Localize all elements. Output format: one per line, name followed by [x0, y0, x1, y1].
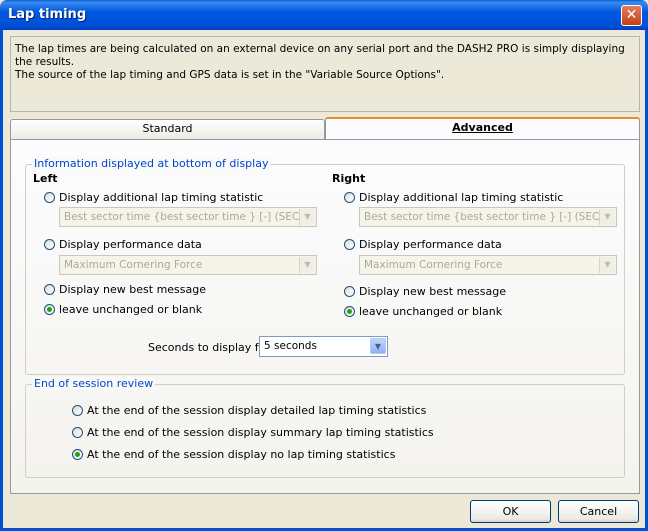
right-stat-combo[interactable]: Best sector time {best sector time } [-]… — [359, 207, 617, 227]
chevron-down-icon: ▼ — [299, 209, 315, 225]
info-line-1: The lap times are being calculated on an… — [15, 43, 625, 68]
left-radio-stat-label: Display additional lap timing statistic — [59, 190, 264, 204]
chevron-down-icon: ▼ — [599, 209, 615, 225]
radio-icon — [344, 305, 355, 317]
session-radio-none[interactable]: At the end of the session display no lap… — [72, 446, 395, 462]
seconds-select[interactable]: 5 seconds ▼ — [259, 336, 388, 357]
radio-icon — [344, 238, 355, 250]
left-stat-combo-value: Best sector time {best sector time } [-]… — [64, 211, 314, 223]
left-radio-leave[interactable]: leave unchanged or blank — [44, 301, 202, 317]
session-radio-summary-label: At the end of the session display summar… — [87, 425, 434, 439]
left-radio-perf[interactable]: Display performance data — [44, 236, 202, 252]
left-radio-leave-label: leave unchanged or blank — [59, 302, 203, 316]
close-icon: ✕ — [625, 7, 638, 23]
left-perf-combo-value: Maximum Cornering Force — [64, 259, 203, 271]
right-perf-combo[interactable]: Maximum Cornering Force ▼ — [359, 255, 617, 275]
radio-icon — [44, 191, 55, 203]
radio-icon — [44, 283, 55, 295]
right-radio-perf-label: Display performance data — [359, 237, 502, 251]
tab-standard-label: Standard — [142, 122, 193, 135]
left-radio-perf-label: Display performance data — [59, 237, 202, 251]
left-radio-best-label: Display new best message — [59, 282, 207, 296]
right-radio-best-label: Display new best message — [359, 284, 507, 298]
right-radio-best[interactable]: Display new best message — [344, 283, 506, 299]
right-heading: Right — [332, 172, 366, 185]
left-heading: Left — [33, 172, 58, 185]
info-line-2: The source of the lap timing and GPS dat… — [15, 69, 445, 81]
radio-icon — [44, 303, 55, 315]
info-box: The lap times are being calculated on an… — [10, 36, 640, 112]
left-radio-stat[interactable]: Display additional lap timing statistic — [44, 189, 263, 205]
seconds-select-value: 5 seconds — [264, 340, 317, 352]
cancel-button[interactable]: Cancel — [558, 500, 639, 523]
left-stat-combo[interactable]: Best sector time {best sector time } [-]… — [59, 207, 317, 227]
tab-advanced[interactable]: Advanced — [325, 117, 640, 139]
session-group-label: End of session review — [32, 377, 156, 390]
right-perf-combo-value: Maximum Cornering Force — [364, 259, 503, 271]
right-radio-stat[interactable]: Display additional lap timing statistic — [344, 189, 563, 205]
session-radio-summary[interactable]: At the end of the session display summar… — [72, 424, 434, 440]
tab-advanced-label: Advanced — [452, 121, 513, 134]
radio-icon — [72, 426, 83, 438]
radio-icon — [72, 404, 83, 416]
tab-panel: Information displayed at bottom of displ… — [10, 139, 640, 494]
title-bar[interactable]: Lap timing ✕ — [0, 0, 648, 30]
window-title: Lap timing — [8, 7, 87, 22]
chevron-down-icon: ▼ — [299, 257, 315, 273]
left-perf-combo[interactable]: Maximum Cornering Force ▼ — [59, 255, 317, 275]
radio-icon — [44, 238, 55, 250]
session-radio-detailed-label: At the end of the session display detail… — [87, 403, 427, 417]
radio-icon — [344, 285, 355, 297]
tab-strip: Standard Advanced — [10, 117, 640, 140]
ok-button[interactable]: OK — [470, 500, 551, 523]
radio-icon — [72, 448, 83, 460]
chevron-down-icon: ▼ — [599, 257, 615, 273]
close-button[interactable]: ✕ — [621, 5, 642, 26]
chevron-down-icon: ▼ — [370, 338, 386, 354]
right-radio-perf[interactable]: Display performance data — [344, 236, 502, 252]
session-radio-detailed[interactable]: At the end of the session display detail… — [72, 402, 426, 418]
right-radio-stat-label: Display additional lap timing statistic — [359, 190, 564, 204]
right-stat-combo-value: Best sector time {best sector time } [-]… — [364, 211, 614, 223]
info-group-label: Information displayed at bottom of displ… — [32, 157, 271, 170]
right-radio-leave-label: leave unchanged or blank — [359, 304, 503, 318]
info-text: The lap times are being calculated on an… — [15, 43, 635, 82]
seconds-label: Seconds to display for: — [148, 341, 274, 354]
radio-icon — [344, 191, 355, 203]
left-radio-best[interactable]: Display new best message — [44, 281, 206, 297]
right-radio-leave[interactable]: leave unchanged or blank — [344, 303, 502, 319]
session-radio-none-label: At the end of the session display no lap… — [87, 447, 396, 461]
tab-standard[interactable]: Standard — [10, 119, 325, 139]
